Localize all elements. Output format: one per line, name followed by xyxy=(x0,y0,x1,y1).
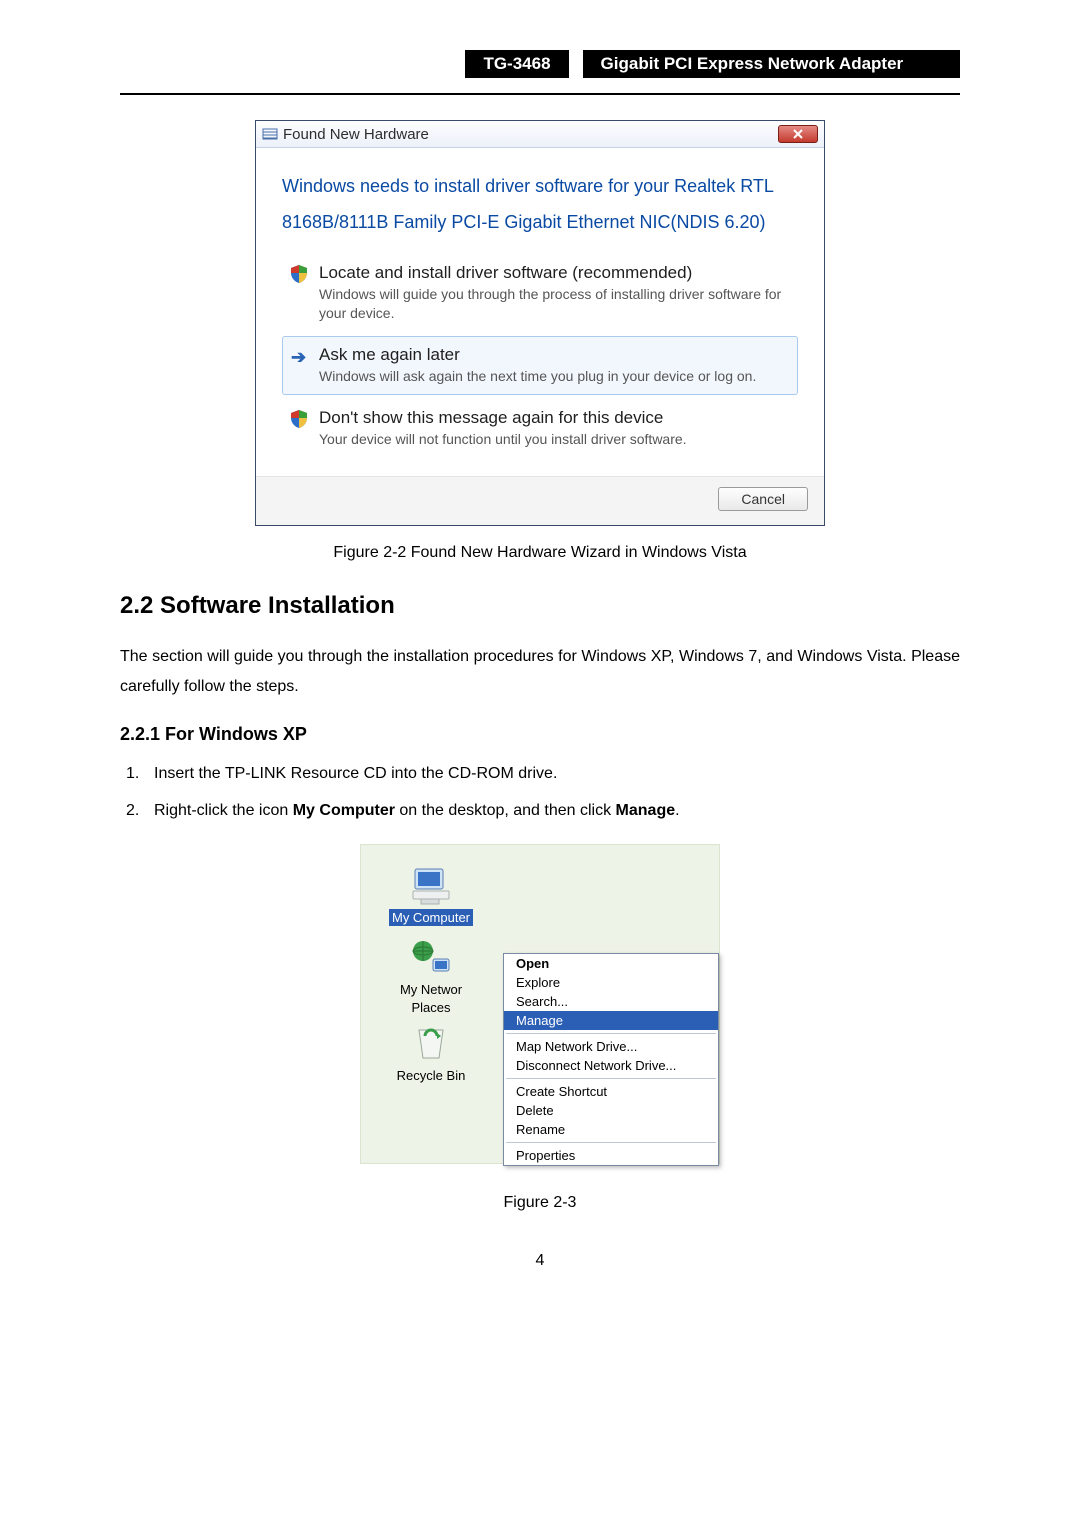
window-icon xyxy=(262,127,278,141)
dialog-titlebar: Found New Hardware xyxy=(256,121,824,148)
icon-label: My NetworPlaces xyxy=(400,982,462,1015)
step-text: Right-click the icon My Computer on the … xyxy=(154,796,680,826)
ctx-disconnect-drive[interactable]: Disconnect Network Drive... xyxy=(504,1056,718,1075)
ctx-create-shortcut[interactable]: Create Shortcut xyxy=(504,1082,718,1101)
dialog-body: Windows needs to install driver software… xyxy=(256,148,824,476)
close-button[interactable] xyxy=(778,125,818,143)
figure-2-2-caption: Figure 2-2 Found New Hardware Wizard in … xyxy=(120,544,960,562)
shield-icon xyxy=(291,410,309,428)
dialog-message-line2: 8168B/8111B Family PCI-E Gigabit Etherne… xyxy=(282,204,798,240)
option-desc: Windows will guide you through the proce… xyxy=(319,285,787,323)
option-title: Locate and install driver software (reco… xyxy=(319,263,787,283)
option-locate-install[interactable]: Locate and install driver software (reco… xyxy=(282,254,798,332)
ctx-delete[interactable]: Delete xyxy=(504,1101,718,1120)
section-2-2-para: The section will guide you through the i… xyxy=(120,642,960,703)
text: on the desktop, and then click xyxy=(395,802,616,819)
icon-label: Recycle Bin xyxy=(397,1068,466,1083)
step-number: 1. xyxy=(126,759,154,789)
dialog-title: Found New Hardware xyxy=(283,126,778,143)
bold-text: Manage xyxy=(616,802,676,819)
arrow-right-icon: ➔ xyxy=(291,347,309,365)
dialog-message-line1: Windows needs to install driver software… xyxy=(282,168,798,204)
figure-2-3: My Computer My NetworPlaces Recycle Bin … xyxy=(360,844,720,1164)
bold-text: My Computer xyxy=(293,802,395,819)
doc-header: TG-3468 Gigabit PCI Express Network Adap… xyxy=(120,50,960,78)
step-2: 2. Right-click the icon My Computer on t… xyxy=(126,796,960,826)
steps-list: 1. Insert the TP-LINK Resource CD into t… xyxy=(120,759,960,826)
ctx-rename[interactable]: Rename xyxy=(504,1120,718,1139)
option-dont-show[interactable]: Don't show this message again for this d… xyxy=(282,399,798,458)
recycle-bin-icon[interactable]: Recycle Bin xyxy=(385,1023,477,1085)
text: Right-click the icon xyxy=(154,802,293,819)
option-title: Don't show this message again for this d… xyxy=(319,408,787,428)
ctx-map-drive[interactable]: Map Network Drive... xyxy=(504,1037,718,1056)
context-menu: Open Explore Search... Manage Map Networ… xyxy=(503,953,719,1166)
option-desc: Windows will ask again the next time you… xyxy=(319,367,787,386)
step-text: Insert the TP-LINK Resource CD into the … xyxy=(154,759,557,789)
separator xyxy=(506,1142,716,1143)
step-1: 1. Insert the TP-LINK Resource CD into t… xyxy=(126,759,960,789)
ctx-properties[interactable]: Properties xyxy=(504,1146,718,1165)
page-number: 4 xyxy=(120,1252,960,1270)
model-badge: TG-3468 xyxy=(465,50,568,78)
ctx-explore[interactable]: Explore xyxy=(504,973,718,992)
option-ask-later[interactable]: ➔ Ask me again later Windows will ask ag… xyxy=(282,336,798,395)
recycle-icon xyxy=(409,1023,453,1063)
ctx-open[interactable]: Open xyxy=(504,954,718,973)
section-2-2-1-heading: 2.2.1 For Windows XP xyxy=(120,724,960,745)
computer-icon xyxy=(409,865,453,905)
header-rule xyxy=(120,93,960,95)
section-2-2-heading: 2.2 Software Installation xyxy=(120,592,960,620)
dialog-message: Windows needs to install driver software… xyxy=(282,168,798,240)
my-network-places-icon[interactable]: My NetworPlaces xyxy=(385,937,477,1017)
my-computer-icon[interactable]: My Computer xyxy=(385,865,477,927)
doc-title: Gigabit PCI Express Network Adapter xyxy=(583,50,960,78)
option-title: Ask me again later xyxy=(319,345,787,365)
step-number: 2. xyxy=(126,796,154,826)
separator xyxy=(506,1078,716,1079)
separator xyxy=(506,1033,716,1034)
cancel-button[interactable]: Cancel xyxy=(718,487,808,511)
found-new-hardware-dialog: Found New Hardware Windows needs to inst… xyxy=(255,120,825,526)
text: . xyxy=(675,802,679,819)
option-desc: Your device will not function until you … xyxy=(319,430,787,449)
ctx-manage[interactable]: Manage xyxy=(504,1011,718,1030)
figure-2-3-caption: Figure 2-3 xyxy=(120,1194,960,1212)
icon-label: My Computer xyxy=(389,909,473,926)
dialog-footer: Cancel xyxy=(256,476,824,525)
ctx-search[interactable]: Search... xyxy=(504,992,718,1011)
network-icon xyxy=(409,937,453,977)
shield-icon xyxy=(291,265,309,283)
